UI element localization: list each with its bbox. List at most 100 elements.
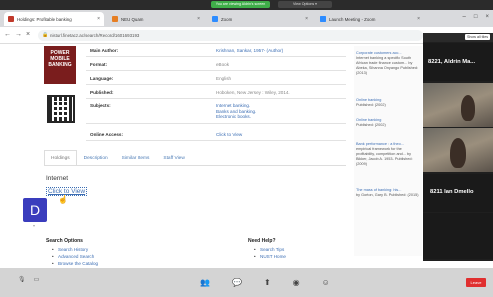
browser-tab[interactable]: Zoom × [208, 12, 312, 26]
tab-label: Zoom [221, 16, 233, 22]
participant-name: 8221, Aldrin Ma... [428, 59, 476, 65]
close-icon[interactable]: × [26, 31, 30, 38]
window-controls: – □ × [463, 14, 489, 20]
field-published: Published: Hoboken, New Jersey : Wiley, … [86, 86, 346, 99]
published-value: Hoboken, New Jersey : Wiley, 2014. [216, 89, 290, 95]
hand-cursor-icon: ☝ [58, 195, 68, 204]
share-screen-icon[interactable]: ⬆ [264, 278, 271, 287]
similar-item[interactable]: Bank performance : a theo... empirical f… [356, 142, 420, 167]
tab-label: Holdings: Profitable banking [17, 16, 72, 22]
tab-similar-items[interactable]: Similar Items [115, 150, 157, 166]
audio-controls: 🎙 ▭ [18, 276, 39, 283]
format-value: eBook [216, 61, 230, 67]
similar-item[interactable]: The mass of banking: his... by Gorton, G… [356, 188, 420, 198]
search-options-title: Search Options [46, 238, 83, 244]
video-camera-icon[interactable]: ▭ [34, 276, 40, 283]
quam-favicon-icon [112, 16, 118, 22]
qr-code-image [47, 95, 75, 123]
browser-tab[interactable]: Holdings: Profitable banking × [4, 12, 104, 26]
back-arrow-icon[interactable]: ← [4, 31, 11, 38]
similar-items-column: Corporate customers acc... Internet bank… [354, 46, 422, 256]
field-label: Published: [90, 89, 114, 95]
participant-video-tile[interactable] [423, 83, 493, 127]
maximize-icon[interactable]: □ [474, 14, 478, 20]
view-options-button[interactable]: View Options ▾ [278, 1, 332, 8]
participant-tile[interactable] [423, 213, 493, 259]
close-icon[interactable]: × [305, 16, 308, 22]
participant-tile[interactable]: 8221, Aldrin Ma... [423, 43, 493, 81]
participant-name: 8211 Ian Dmello [430, 189, 474, 195]
language-value: English [216, 75, 232, 81]
similar-item[interactable]: Online banking Published: (2002) [356, 118, 420, 128]
close-window-icon[interactable]: × [485, 14, 489, 20]
similar-item[interactable]: Online banking Published: (2002) [356, 98, 420, 108]
footer-link[interactable]: Search Tips [254, 246, 286, 253]
similar-item-desc: Published: (2002) [356, 103, 386, 107]
participants-icon[interactable]: 👥 [200, 278, 210, 287]
close-icon[interactable]: × [417, 16, 420, 22]
meeting-taskbar: 🎙 ▭ 👥 💬 ⬆ ◉ ☺ Leave [0, 268, 493, 297]
tab-holdings[interactable]: Holdings [44, 150, 77, 166]
avatar[interactable]: D [23, 198, 47, 222]
tab-description[interactable]: Description [77, 150, 115, 166]
tab-label: NEU Quam [121, 16, 144, 22]
field-label: Online Access: [90, 131, 124, 137]
minimize-icon[interactable]: – [463, 14, 466, 20]
lock-icon: 🔒 [42, 32, 49, 38]
footer-link[interactable]: Search History [52, 246, 98, 253]
screen-share-banner: You are viewing Aldrin's screen View Opt… [0, 0, 493, 10]
view-mode-button[interactable]: Show all tiles [465, 34, 490, 40]
field-format: Format: eBook [86, 58, 346, 71]
field-label: Subjects: [90, 103, 111, 108]
tab-staff-view[interactable]: Staff View [156, 150, 191, 166]
browser-tabbar: Holdings: Profitable banking × NEU Quam … [0, 10, 493, 27]
footer-link[interactable]: NUST Home [254, 253, 286, 260]
need-help-title: Need Help? [248, 238, 276, 244]
similar-item-desc: Internet banking a specific South Africa… [356, 56, 419, 75]
record-icon[interactable]: ◉ [293, 278, 300, 287]
subjects-links[interactable]: Internet banking. Banks and banking. Ele… [216, 103, 346, 120]
zoom-favicon-icon [320, 16, 326, 22]
footer-link[interactable]: Browse the Catalog [52, 260, 98, 267]
participant-tile[interactable]: 8211 Ian Dmello [423, 174, 493, 212]
url-input[interactable]: 🔒 nisturl.finetacz.ac/search/Record/1601… [38, 30, 423, 41]
leave-button[interactable]: Leave [466, 278, 486, 287]
similar-item-desc: empirical framework for the profitabilit… [356, 147, 413, 166]
field-label: Main Author: [90, 47, 119, 53]
browser-tab[interactable]: Launch Meeting - Zoom × [316, 12, 424, 26]
tab-label: Launch Meeting - Zoom [329, 16, 376, 22]
book-cover-image: POWER MOBILE BANKING [44, 46, 76, 84]
field-main-author: Main Author: Krishnan, Sankar, 1957- (Au… [86, 44, 346, 57]
zoom-participant-panel: Show all tiles 8221, Aldrin Ma... 8211 I… [423, 33, 493, 261]
forward-arrow-icon[interactable]: → [15, 31, 22, 38]
footer-link[interactable]: Advanced Search [52, 253, 98, 260]
library-favicon-icon [8, 16, 14, 22]
chat-icon[interactable]: 💬 [232, 278, 242, 287]
divider [44, 165, 346, 166]
chevron-down-icon[interactable]: ▾ [33, 223, 35, 228]
microphone-icon[interactable]: 🎙 [18, 276, 26, 283]
author-value[interactable]: Krishnan, Sankar, 1957- (Author) [216, 48, 346, 53]
similar-item[interactable]: Corporate customers acc... Internet bank… [356, 51, 420, 76]
help-list: Search Tips NUST Home [254, 246, 286, 260]
close-icon[interactable]: × [197, 16, 200, 22]
field-language: Language: English [86, 72, 346, 85]
browser-tab[interactable]: NEU Quam × [108, 12, 204, 26]
zoom-favicon-icon [212, 16, 218, 22]
field-label: Language: [90, 75, 114, 81]
similar-item-desc: by Gorton, Gary B. Published: (2015) [356, 193, 419, 197]
field-subjects: Subjects: Internet banking. Banks and ba… [86, 100, 346, 124]
close-icon[interactable]: × [97, 16, 100, 22]
zoom-panel-toolbar: Show all tiles [423, 33, 493, 42]
meeting-toolbar: 👥 💬 ⬆ ◉ ☺ [200, 268, 330, 297]
reactions-icon[interactable]: ☺ [322, 278, 330, 287]
url-text: nisturl.finetacz.ac/search/Record/160169… [50, 33, 140, 38]
participant-video-tile[interactable] [423, 128, 493, 172]
address-bar: ← → × 🔒 nisturl.finetacz.ac/search/Recor… [0, 27, 493, 44]
online-access-link[interactable]: Click to View [216, 132, 346, 137]
holdings-heading: Internet [46, 175, 69, 182]
field-label: Format: [90, 61, 108, 67]
similar-item-desc: Published: (2002) [356, 123, 386, 127]
sharing-status-pill: You are viewing Aldrin's screen [211, 1, 270, 8]
record-tabs: Holdings Description Similar Items Staff… [44, 150, 192, 166]
